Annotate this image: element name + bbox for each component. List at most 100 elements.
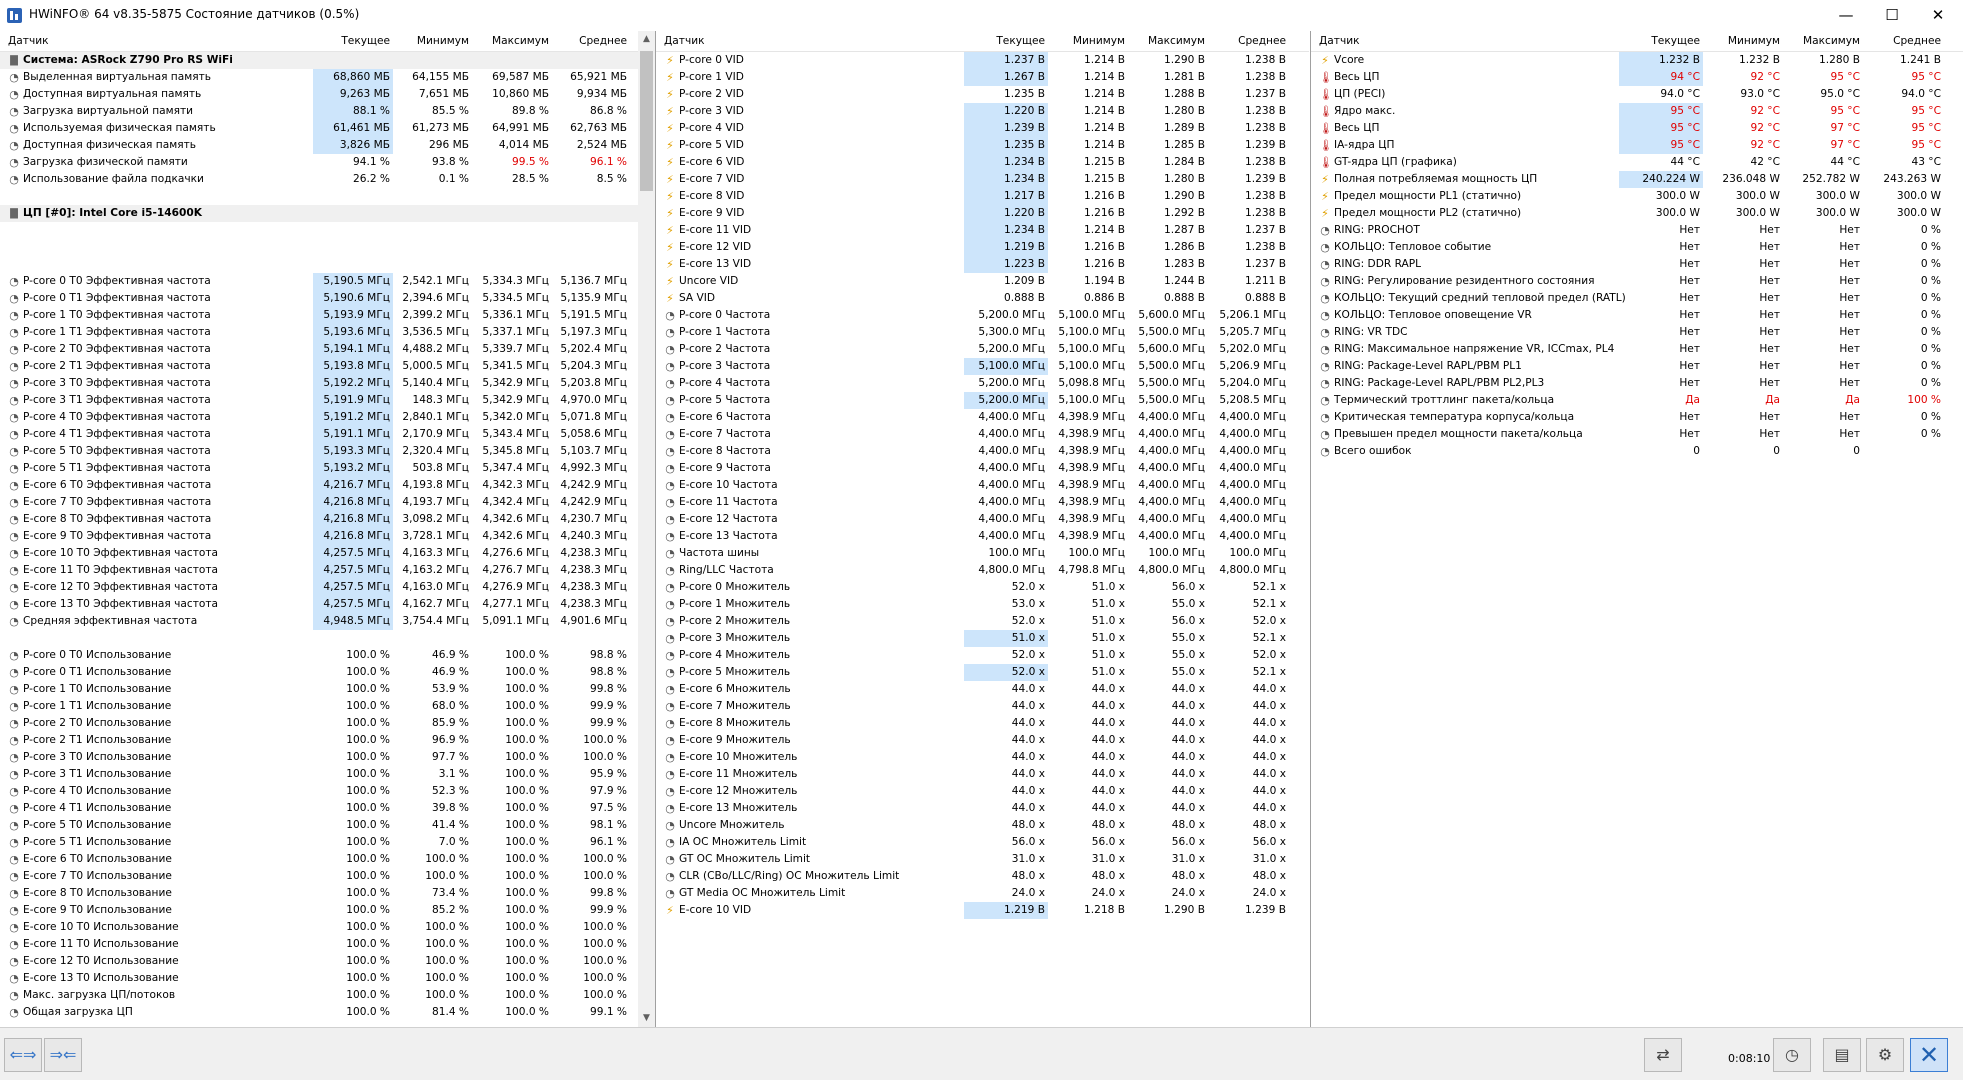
sensor-row[interactable]: ⚡ E-core 13 VID 1.223 В 1.216 В 1.283 В 1.237… (656, 256, 1309, 273)
sensor-row[interactable]: ⚡ P-core 3 VID 1.220 В 1.214 В 1.280 В 1.238 … (656, 103, 1309, 120)
sensor-row[interactable]: ◔ P-core 1 Частота 5,300.0 МГц 5,100.0 МГц 5… (656, 324, 1309, 341)
sensor-row[interactable]: ◔ P-core 4 T0 Использование 100.0 % 52.3 % 1… (0, 783, 638, 800)
sensor-row[interactable]: ⚡ P-core 0 VID 1.237 В 1.214 В 1.290 В 1.238 … (656, 52, 1309, 69)
sensor-row[interactable]: ◔ Ring/LLC Частота 4,800.0 МГц 4,798.8 МГц 4… (656, 562, 1309, 579)
sensor-row[interactable]: ◔ КОЛЬЦО: Текущий средний тепловой предел… (1311, 290, 1963, 307)
sensor-row[interactable]: ◔ P-core 0 Частота 5,200.0 МГц 5,100.0 МГц 5… (656, 307, 1309, 324)
sensor-row[interactable]: ◔ E-core 12 Частота 4,400.0 МГц 4,398.9 МГц… (656, 511, 1309, 528)
sensor-row[interactable]: ⚡ E-core 12 VID 1.219 В 1.216 В 1.286 В 1.238… (656, 239, 1309, 256)
sensor-row[interactable]: ◔ КОЛЬЦО: Тепловое событие Нет Нет Нет 0 % (1311, 239, 1963, 256)
column-current[interactable]: Текущее (313, 35, 390, 47)
sensor-row[interactable]: ◔ P-core 2 T1 Использование 100.0 % 96.9 % 1… (0, 732, 638, 749)
sensor-row[interactable]: ⚡ E-core 10 VID 1.219 В 1.218 В 1.290 В 1.239… (656, 902, 1309, 919)
column-sensor[interactable]: Датчик (8, 35, 48, 47)
sensor-row[interactable]: ◔ E-core 11 Множитель 44.0 x 44.0 x 44.0 x 44… (656, 766, 1309, 783)
sensor-row[interactable]: ◔ КОЛЬЦО: Тепловое оповещение VR Нет Нет Нет… (1311, 307, 1963, 324)
collapse-left-icon[interactable]: ⇐⇒ (4, 1038, 42, 1072)
sensor-row[interactable]: ◔ E-core 10 T0 Эффективная частота 4,257.5… (0, 545, 638, 562)
sensor-row[interactable]: ◔ P-core 4 T0 Эффективная частота 5,191.2 … (0, 409, 638, 426)
sensor-row[interactable]: ◔ E-core 9 T0 Эффективная частота 4,216.8 … (0, 528, 638, 545)
sensor-row[interactable]: ◔ E-core 9 T0 Использование 100.0 % 85.2 % 1… (0, 902, 638, 919)
sensor-row[interactable]: ◔ P-core 0 T0 Использование 100.0 % 46.9 % 1… (0, 647, 638, 664)
sensor-row[interactable]: ◔ E-core 9 Множитель 44.0 x 44.0 x 44.0 x 44.… (656, 732, 1309, 749)
sensor-row[interactable]: ◔ Загрузка физической памяти 94.1 % 93.8 % 9… (0, 154, 638, 171)
sensor-row[interactable]: ◔ P-core 0 T0 Эффективная частота 5,190.5 … (0, 273, 638, 290)
sensor-row[interactable]: ◔ Всего ошибок 0 0 0 (1311, 443, 1963, 460)
sensor-row[interactable]: ◔ Используемая физическая память 61,461 МБ… (0, 120, 638, 137)
sensor-row[interactable]: ⚡ P-core 5 VID 1.235 В 1.214 В 1.285 В 1.239 … (656, 137, 1309, 154)
column-avg[interactable]: Среднее (1863, 35, 1941, 47)
sensor-row[interactable]: ◔ P-core 5 T0 Эффективная частота 5,193.3 … (0, 443, 638, 460)
sensor-row[interactable]: ◔ E-core 7 T0 Эффективная частота 4,216.8 … (0, 494, 638, 511)
sensor-row[interactable]: ◔ Термический троттлинг пакета/кольца Да Да… (1311, 392, 1963, 409)
sensor-row[interactable]: ◔ P-core 4 T1 Эффективная частота 5,191.1 … (0, 426, 638, 443)
sensor-row[interactable]: ◔ Uncore Множитель 48.0 x 48.0 x 48.0 x 48.0 … (656, 817, 1309, 834)
sensor-row[interactable]: ◔ RING: Package-Level RAPL/PBM PL1 Нет Нет Н… (1311, 358, 1963, 375)
sensor-row[interactable]: ◔ E-core 13 T0 Эффективная частота 4,257.5… (0, 596, 638, 613)
sensor-row[interactable]: ◔ P-core 3 T1 Эффективная частота 5,191.9 … (0, 392, 638, 409)
column-current[interactable]: Текущее (1619, 35, 1700, 47)
panel-1-scrollbar[interactable]: ▲ ▼ (638, 31, 655, 1027)
sensor-row[interactable]: ◔ P-core 5 T0 Использование 100.0 % 41.4 % 1… (0, 817, 638, 834)
sensor-row[interactable]: ◔ P-core 4 T1 Использование 100.0 % 39.8 % 1… (0, 800, 638, 817)
sensor-row[interactable]: ⚡ E-core 9 VID 1.220 В 1.216 В 1.292 В 1.238 … (656, 205, 1309, 222)
column-max[interactable]: Максимум (1783, 35, 1860, 47)
sensor-row[interactable]: ◔ E-core 13 T0 Использование 100.0 % 100.0 … (0, 970, 638, 987)
sensor-row[interactable]: ⚡ Полная потребляемая мощность ЦП 240.224 … (1311, 171, 1963, 188)
sensor-row[interactable]: ◔ E-core 7 Множитель 44.0 x 44.0 x 44.0 x 44.… (656, 698, 1309, 715)
sensor-row[interactable]: ◔ Доступная физическая память 3,826 МБ 296 … (0, 137, 638, 154)
column-min[interactable]: Минимум (1703, 35, 1780, 47)
sensor-row[interactable]: ◔ P-core 3 T1 Использование 100.0 % 3.1 % 10… (0, 766, 638, 783)
sensor-row[interactable]: ◔ Частота шины 100.0 МГц 100.0 МГц 100.0 МГц… (656, 545, 1309, 562)
column-max[interactable]: Максимум (472, 35, 549, 47)
column-avg[interactable]: Среднее (1208, 35, 1286, 47)
sensor-row[interactable]: 🌡 IA-ядра ЦП 95 °C 92 °C 97 °C 95 °C (1311, 137, 1963, 154)
sensor-row[interactable]: ⚡ Предел мощности PL1 (статично) 300.0 W 30… (1311, 188, 1963, 205)
sensor-row[interactable]: ◔ Макс. загрузка ЦП/потоков 100.0 % 100.0 %… (0, 987, 638, 1004)
sensor-row[interactable]: ◔ E-core 6 Множитель 44.0 x 44.0 x 44.0 x 44.… (656, 681, 1309, 698)
sensor-row[interactable]: ◔ P-core 0 T1 Использование 100.0 % 46.9 % 1… (0, 664, 638, 681)
column-max[interactable]: Максимум (1128, 35, 1205, 47)
sensor-row[interactable]: ◔ P-core 1 T1 Эффективная частота 5,193.6 … (0, 324, 638, 341)
sensor-row[interactable]: ◔ Средняя эффективная частота 4,948.5 МГц 3… (0, 613, 638, 630)
sensor-row[interactable]: ◔ P-core 4 Частота 5,200.0 МГц 5,098.8 МГц 5… (656, 375, 1309, 392)
sensor-row[interactable]: ◔ P-core 1 T1 Использование 100.0 % 68.0 % 1… (0, 698, 638, 715)
sensor-row[interactable]: ◔ E-core 10 Частота 4,400.0 МГц 4,398.9 МГц… (656, 477, 1309, 494)
sensor-row[interactable]: ◔ P-core 3 T0 Эффективная частота 5,192.2 … (0, 375, 638, 392)
sensor-row[interactable]: ◔ E-core 6 T0 Использование 100.0 % 100.0 %… (0, 851, 638, 868)
sensor-row[interactable]: ◔ E-core 9 Частота 4,400.0 МГц 4,398.9 МГц 4… (656, 460, 1309, 477)
sensor-row[interactable]: ◔ E-core 8 T0 Эффективная частота 4,216.8 … (0, 511, 638, 528)
sensor-row[interactable]: ◔ P-core 2 T0 Использование 100.0 % 85.9 % 1… (0, 715, 638, 732)
sensor-row[interactable]: ⚡ P-core 1 VID 1.267 В 1.214 В 1.281 В 1.238 … (656, 69, 1309, 86)
maximize-button[interactable]: ☐ (1869, 0, 1915, 30)
sensor-row[interactable]: ◔ Загрузка виртуальной памяти 88.1 % 85.5 %… (0, 103, 638, 120)
sensor-row[interactable]: ◔ P-core 1 Множитель 53.0 x 51.0 x 55.0 x 52.… (656, 596, 1309, 613)
collapse-right-icon[interactable]: ⇒⇐ (44, 1038, 82, 1072)
sensor-row[interactable]: ◔ Выделенная виртуальная память 68,860 МБ 6… (0, 69, 638, 86)
sensor-row[interactable]: ⚡ E-core 6 VID 1.234 В 1.215 В 1.284 В 1.238 … (656, 154, 1309, 171)
sensor-row[interactable]: ◔ P-core 2 Частота 5,200.0 МГц 5,100.0 МГц 5… (656, 341, 1309, 358)
sensor-row[interactable]: ◔ E-core 11 T0 Использование 100.0 % 100.0 … (0, 936, 638, 953)
sensor-row[interactable]: ◔ E-core 6 Частота 4,400.0 МГц 4,398.9 МГц 4… (656, 409, 1309, 426)
sensor-row[interactable]: ◔ Доступная виртуальная память 9,263 МБ 7,6… (0, 86, 638, 103)
close-button[interactable]: ✕ (1915, 0, 1961, 30)
sensor-group-row[interactable]: ▇ Система: ASRock Z790 Pro RS WiFi (0, 52, 638, 69)
column-current[interactable]: Текущее (964, 35, 1045, 47)
sensor-row[interactable]: ◔ GT Media OC Множитель Limit 24.0 x 24.0 x… (656, 885, 1309, 902)
column-avg[interactable]: Среднее (552, 35, 627, 47)
sensor-row[interactable]: ◔ P-core 3 Частота 5,100.0 МГц 5,100.0 МГц 5… (656, 358, 1309, 375)
sensor-row[interactable]: ⚡ Uncore VID 1.209 В 1.194 В 1.244 В 1.211 В (656, 273, 1309, 290)
sensor-row[interactable]: ◔ P-core 0 T1 Эффективная частота 5,190.6 … (0, 290, 638, 307)
sensor-row[interactable]: ◔ P-core 4 Множитель 52.0 x 51.0 x 55.0 x 52.… (656, 647, 1309, 664)
sensor-row[interactable]: ◔ E-core 12 T0 Использование 100.0 % 100.0 … (0, 953, 638, 970)
sensor-row[interactable]: ◔ P-core 5 T1 Использование 100.0 % 7.0 % 10… (0, 834, 638, 851)
sensor-row[interactable]: ⚡ SA VID 0.888 В 0.886 В 0.888 В 0.888 В (656, 290, 1309, 307)
sensor-row[interactable]: ◔ E-core 8 Множитель 44.0 x 44.0 x 44.0 x 44.… (656, 715, 1309, 732)
sensor-row[interactable]: ◔ P-core 1 T0 Эффективная частота 5,193.9 … (0, 307, 638, 324)
sensor-row[interactable]: ◔ RING: Максимальное напряжение VR, ICCma… (1311, 341, 1963, 358)
sensor-row[interactable]: ◔ E-core 6 T0 Эффективная частота 4,216.7 … (0, 477, 638, 494)
scroll-up-icon[interactable]: ▲ (638, 31, 655, 48)
sensor-row[interactable]: ◔ P-core 2 Множитель 52.0 x 51.0 x 56.0 x 52.… (656, 613, 1309, 630)
sensor-row[interactable]: ◔ RING: VR TDC Нет Нет Нет 0 % (1311, 324, 1963, 341)
sensor-row[interactable]: ⚡ E-core 7 VID 1.234 В 1.215 В 1.280 В 1.239 … (656, 171, 1309, 188)
